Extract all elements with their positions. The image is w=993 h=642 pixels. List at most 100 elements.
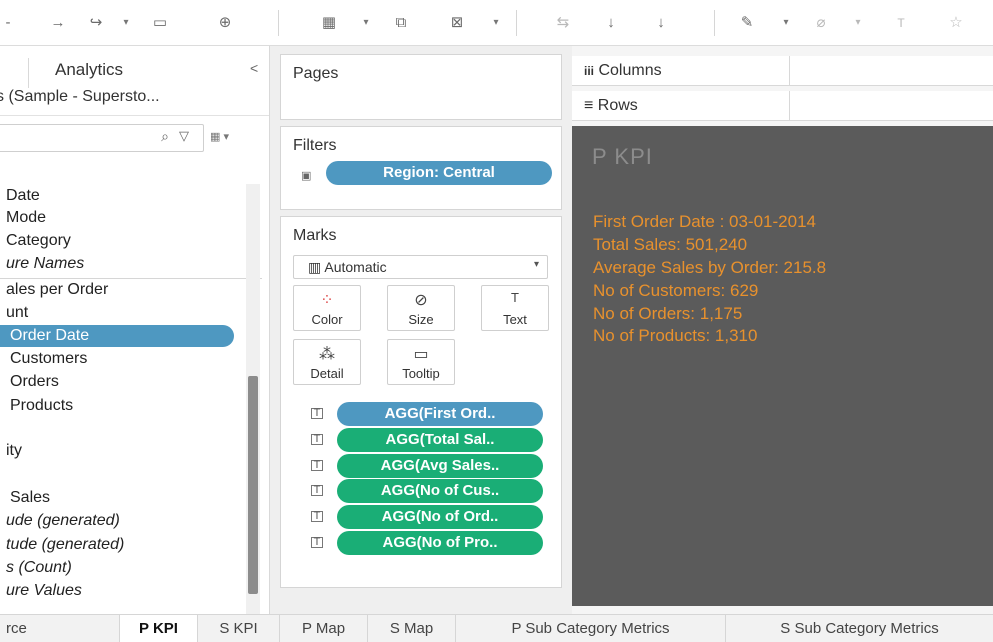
sort-descending-icon[interactable]: ↓ <box>650 12 672 34</box>
field-item[interactable]: unt <box>6 302 28 324</box>
rows-text: Rows <box>597 97 638 114</box>
tab-divider <box>28 58 29 88</box>
automatic-mark-icon: ▥ <box>308 259 322 275</box>
text-encoding-icon: T <box>311 485 323 496</box>
mark-type-value: ▥ Automatic <box>308 259 387 276</box>
field-item-selected[interactable]: Order Date <box>0 325 234 347</box>
columns-icon: iii <box>584 64 595 78</box>
field-item[interactable]: ure Names <box>6 253 84 275</box>
text-label: Text <box>503 312 527 327</box>
search-row: ⌕ ▽ ▦ ▾ <box>0 124 260 154</box>
marks-pill[interactable]: AGG(First Ord.. <box>337 402 543 426</box>
sort-ascending-icon[interactable]: ↓ <box>600 12 622 34</box>
filter-icon[interactable]: ▽ <box>179 128 189 144</box>
tab-s-kpi[interactable]: S KPI <box>198 615 280 642</box>
highlight-icon[interactable]: ✎ <box>736 12 758 34</box>
marks-pill[interactable]: AGG(Avg Sales.. <box>337 454 543 478</box>
datasource-name[interactable]: s (Sample - Supersto... <box>0 88 269 116</box>
search-input[interactable]: ⌕ ▽ <box>0 124 204 152</box>
toolbar-divider <box>516 10 517 36</box>
duplicate-sheet-icon[interactable]: ⧉ <box>390 12 412 34</box>
save-icon[interactable]: ▭ <box>150 12 170 34</box>
size-button[interactable]: ⊘ Size <box>387 285 455 331</box>
toolbar-divider <box>278 10 279 36</box>
tab-s-map[interactable]: S Map <box>368 615 456 642</box>
show-labels-icon[interactable]: T <box>890 12 912 34</box>
clear-sheet-dropdown-icon[interactable]: ▾ <box>490 12 502 34</box>
analytics-tab-label: Analytics <box>55 60 124 79</box>
field-item[interactable]: s (Count) <box>6 557 72 579</box>
text-encoding-icon: T <box>311 537 323 548</box>
field-item[interactable]: Products <box>10 395 73 417</box>
field-item[interactable]: Customers <box>10 348 87 370</box>
new-datasource-icon[interactable]: ⊕ <box>215 12 235 34</box>
filter-pill-region[interactable]: Region: Central <box>326 161 552 185</box>
field-item[interactable]: Sales <box>10 487 50 509</box>
text-encoding-icon: T <box>311 511 323 522</box>
color-icon: ⁘ <box>320 292 334 309</box>
clear-sheet-icon[interactable]: ⊠ <box>446 12 468 34</box>
kpi-line[interactable]: No of Customers: 629 <box>593 281 758 301</box>
columns-text: Columns <box>598 62 662 79</box>
filter-type-icon: ▣ <box>301 170 312 182</box>
columns-shelf[interactable]: iii Columns <box>572 56 993 86</box>
color-button[interactable]: ⁘ Color <box>293 285 361 331</box>
new-worksheet-dropdown-icon[interactable]: ▾ <box>360 12 372 34</box>
marks-pill[interactable]: AGG(No of Ord.. <box>337 505 543 529</box>
marks-pill[interactable]: AGG(No of Cus.. <box>337 479 543 503</box>
text-encoding-icon: T <box>311 460 323 471</box>
view-title: P KPI <box>592 144 653 169</box>
pages-card[interactable]: Pages <box>280 54 562 120</box>
text-button[interactable]: T Text <box>481 285 549 331</box>
filters-card[interactable]: Filters ▣ Region: Central <box>280 126 562 210</box>
columns-label: iii Columns <box>584 62 662 80</box>
rows-shelf[interactable]: ≡ Rows <box>572 91 993 121</box>
group-icon[interactable]: ⌀ <box>810 12 832 34</box>
field-item[interactable]: tude (generated) <box>6 534 124 556</box>
kpi-line[interactable]: No of Orders: 1,175 <box>593 304 742 324</box>
field-item[interactable]: Category <box>6 230 71 252</box>
scrollbar-thumb[interactable] <box>248 376 258 594</box>
analytics-tab[interactable]: Analytics < <box>0 54 269 88</box>
tab-s-sub-category-metrics[interactable]: S Sub Category Metrics <box>726 615 993 642</box>
highlight-dropdown-icon[interactable]: ▾ <box>780 12 792 34</box>
text-encoding-icon: T <box>311 408 323 419</box>
view-options-icon[interactable]: ▦ ▾ <box>210 130 229 143</box>
mark-type-label: Automatic <box>324 259 387 275</box>
tab-p-map[interactable]: P Map <box>280 615 368 642</box>
kpi-line[interactable]: No of Products: 1,310 <box>593 326 757 346</box>
redo-dropdown-icon[interactable]: ▾ <box>120 12 132 34</box>
kpi-line[interactable]: Total Sales: 501,240 <box>593 235 747 255</box>
field-item[interactable]: ity <box>6 440 22 462</box>
back-icon[interactable]: - <box>2 12 14 34</box>
marks-card: Marks ▥ Automatic ▾ ⁘ Color ⊘ Size T Tex… <box>280 216 562 588</box>
detail-button[interactable]: ⁂ Detail <box>293 339 361 385</box>
fix-axes-icon[interactable]: ☆ <box>945 12 967 34</box>
field-item[interactable]: Orders <box>10 371 59 393</box>
field-item[interactable]: Date <box>6 185 40 207</box>
tab-data-source[interactable]: rce <box>0 615 120 642</box>
view-canvas[interactable]: P KPI First Order Date : 03-01-2014 Tota… <box>572 126 993 606</box>
tooltip-button[interactable]: ▭ Tooltip <box>387 339 455 385</box>
new-worksheet-icon[interactable]: ▦ <box>318 12 340 34</box>
field-item[interactable]: ure Values <box>6 580 82 602</box>
tab-p-sub-category-metrics[interactable]: P Sub Category Metrics <box>456 615 726 642</box>
collapse-pane-icon[interactable]: < <box>250 60 258 76</box>
kpi-line[interactable]: Average Sales by Order: 215.8 <box>593 258 826 278</box>
forward-icon[interactable]: → <box>48 12 68 34</box>
size-icon: ⊘ <box>414 292 428 309</box>
field-item[interactable]: ales per Order <box>6 279 108 301</box>
marks-pill[interactable]: AGG(No of Pro.. <box>337 531 543 555</box>
toolbar: - → ↪ ▾ ▭ ⊕ ▦ ▾ ⧉ ⊠ ▾ ⇆ ↓ ↓ ✎ ▾ ⌀ ▾ T ☆ <box>0 0 993 46</box>
field-item[interactable]: ude (generated) <box>6 510 120 532</box>
pages-title: Pages <box>293 65 339 82</box>
marks-pill[interactable]: AGG(Total Sal.. <box>337 428 543 452</box>
kpi-line[interactable]: First Order Date : 03-01-2014 <box>593 212 816 232</box>
group-dropdown-icon[interactable]: ▾ <box>852 12 864 34</box>
tab-p-kpi[interactable]: P KPI <box>120 615 198 642</box>
redo-icon[interactable]: ↪ <box>85 12 107 34</box>
detail-label: Detail <box>310 366 344 381</box>
swap-rows-columns-icon[interactable]: ⇆ <box>552 12 574 34</box>
field-item[interactable]: Mode <box>6 207 46 229</box>
mark-type-dropdown[interactable]: ▥ Automatic ▾ <box>293 255 548 279</box>
